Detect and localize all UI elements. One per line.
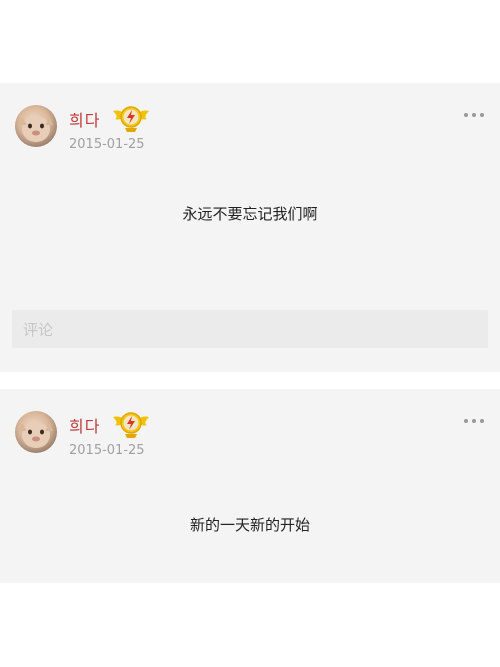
winged-lightning-badge-icon [111,103,151,133]
more-options-icon[interactable] [464,113,484,117]
username[interactable]: 희다 [69,413,100,437]
post-card: 희다 2015-01-25 永远不要忘记我们啊 评论 [0,83,500,372]
username[interactable]: 희다 [69,107,100,131]
winged-lightning-badge-icon [111,409,151,439]
avatar[interactable] [15,105,57,147]
post-card: 희다 2015-01-25 新的一天新的开始 [0,389,500,583]
more-options-icon[interactable] [464,419,484,423]
avatar[interactable] [15,411,57,453]
comment-input[interactable]: 评论 [12,310,488,348]
post-date: 2015-01-25 [69,137,145,152]
post-date: 2015-01-25 [69,443,145,458]
post-content: 新的一天新的开始 [189,516,310,534]
post-content: 永远不要忘记我们啊 [182,205,318,223]
